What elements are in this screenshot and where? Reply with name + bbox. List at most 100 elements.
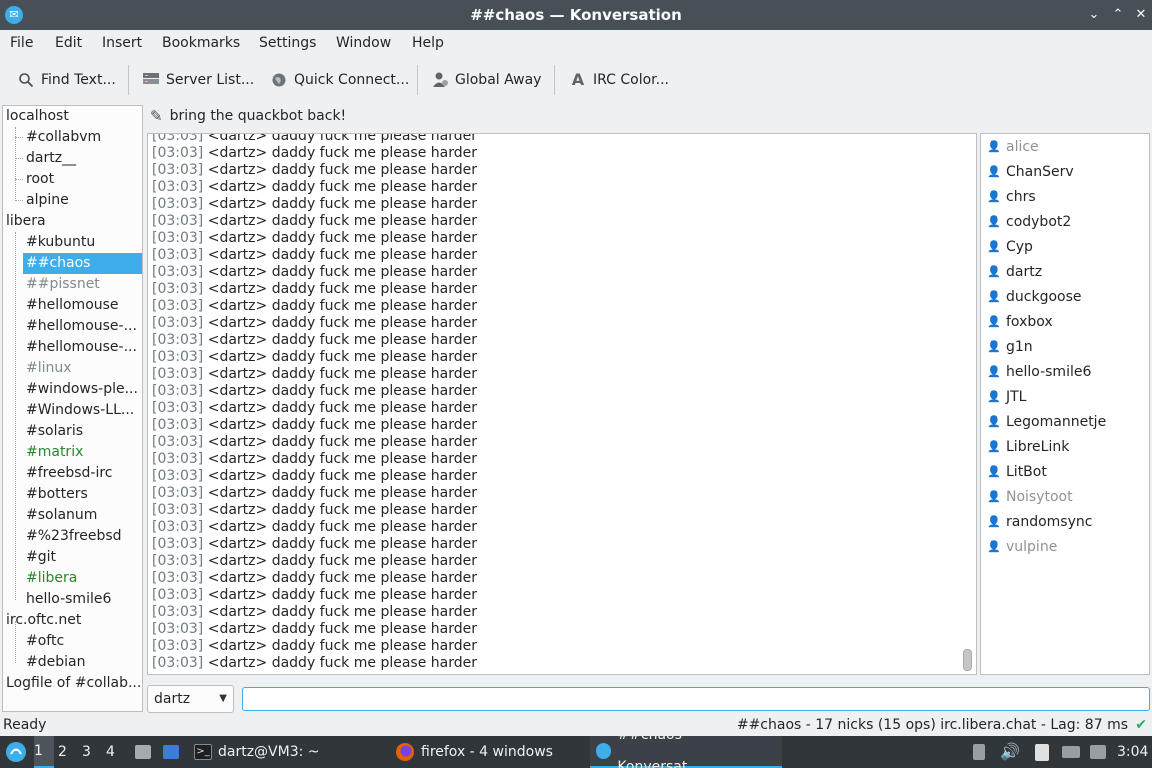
nick-item[interactable]: 👤 duckgoose [987,286,1147,308]
tree-item[interactable]: #linux [23,358,142,379]
tree-item[interactable]: dartz__ [23,148,142,169]
tree-item[interactable]: #Windows-LL... [23,400,142,421]
nick-item[interactable]: 👤 LitBot [987,461,1147,483]
channel-topic[interactable]: ✎ bring the quackbot back! [150,104,980,128]
chat-message: <dartz> daddy fuck me please harder [207,315,477,331]
tree-item[interactable]: #botters [23,484,142,505]
tree-item[interactable]: root [23,169,142,190]
tree-item[interactable]: #hellomouse-... [23,316,142,337]
tree-item[interactable]: ##pissnet [23,274,142,295]
tree-server-libera[interactable]: libera [3,211,142,232]
taskbar-firefox[interactable]: firefox - 4 windows [395,736,553,768]
nick-item[interactable]: 👤 Legomannetje [987,411,1147,433]
server-list-button[interactable]: Server List... [142,60,254,100]
chat-line: [03:03] <dartz> daddy fuck me please har… [152,536,477,553]
tree-item[interactable]: #hellomouse [23,295,142,316]
tree-item[interactable]: #freebsd-irc [23,463,142,484]
tree-item-selected[interactable]: ##chaos [23,253,142,274]
nick-item[interactable]: 👤 JTL [987,386,1147,408]
tree-server-oftc[interactable]: irc.oftc.net [3,610,142,631]
chat-timestamp: [03:03] [152,162,204,178]
taskbar-konversation-label: ##chaos — Konversat... [617,727,701,768]
show-desktop-icon[interactable] [163,736,179,768]
file-manager-icon[interactable] [135,736,151,768]
chat-scrollbar-handle[interactable] [963,649,972,671]
menu-file[interactable]: File [10,30,33,56]
tree-item[interactable]: #git [23,547,142,568]
nick-item[interactable]: 👤 vulpine [987,536,1147,558]
nick-item[interactable]: 👤 Noisytoot [987,486,1147,508]
menu-help[interactable]: Help [412,30,444,56]
close-button[interactable]: ✕ [1131,5,1151,25]
chat-line: [03:03] <dartz> daddy fuck me please har… [152,587,477,604]
nick-item[interactable]: 👤 ChanServ [987,161,1147,183]
irc-color-button[interactable]: A IRC Color... [569,60,669,100]
workspace-3[interactable]: 3 [82,736,102,768]
menu-window[interactable]: Window [336,30,391,56]
menu-settings[interactable]: Settings [259,30,316,56]
menu-insert[interactable]: Insert [102,30,142,56]
chat-message: <dartz> daddy fuck me please harder [207,298,477,314]
taskbar-konversation[interactable]: ##chaos — Konversat... [590,727,782,768]
app-launcher-icon[interactable] [5,736,27,768]
tree-guide [15,232,16,600]
nick-item[interactable]: 👤 chrs [987,186,1147,208]
clipboard-icon[interactable] [1035,736,1049,768]
tree-item[interactable]: #oftc [23,631,142,652]
maximize-button[interactable]: ⌃ [1108,5,1128,25]
nick-item[interactable]: 👤 hello-smile6 [987,361,1147,383]
chat-message: <dartz> daddy fuck me please harder [207,519,477,535]
chat-view[interactable]: [03:03] <dartz> daddy fuck me please har… [147,133,977,675]
find-text-button[interactable]: Find Text... [17,60,116,100]
notifications-icon[interactable] [1090,736,1106,768]
tree-item[interactable]: hello-smile6 [23,589,142,610]
global-away-button[interactable]: Global Away [431,60,541,100]
workspace-2[interactable]: 2 [58,736,78,768]
nick-item[interactable]: 👤 dartz [987,261,1147,283]
tree-item[interactable]: alpine [23,190,142,211]
tree-item[interactable]: #%23freebsd [23,526,142,547]
nick-name: LitBot [1006,464,1047,480]
tree-item[interactable]: #collabvm [23,127,142,148]
nick-name: duckgoose [1006,289,1082,305]
nick-item[interactable]: 👤 codybot2 [987,211,1147,233]
clock[interactable]: 3:04 [1117,736,1148,768]
tree-item[interactable]: #debian [23,652,142,673]
chat-timestamp: [03:03] [152,519,204,535]
chat-timestamp: [03:03] [152,604,204,620]
tree-server-localhost[interactable]: localhost [3,106,142,127]
nick-item[interactable]: 👤 Cyp [987,236,1147,258]
chat-message: <dartz> daddy fuck me please harder [207,264,477,280]
tree-item-logfile[interactable]: Logfile of #collab... [3,673,142,694]
workspace-1[interactable]: 1 [34,736,54,768]
tree-item[interactable]: #hellomouse-... [23,337,142,358]
network-icon[interactable] [1062,736,1080,768]
menu-edit[interactable]: Edit [55,30,82,56]
chat-message: <dartz> daddy fuck me please harder [207,485,477,501]
nick-name: dartz [1006,264,1043,280]
tree-item[interactable]: #libera [23,568,142,589]
nickname-selector[interactable]: dartz ▼ [147,685,234,713]
updates-icon[interactable] [973,736,985,768]
tree-item[interactable]: #kubuntu [23,232,142,253]
taskbar-terminal[interactable]: >_ dartz@VM3: ~ [194,736,320,768]
toolbar-separator [417,65,418,95]
nick-item[interactable]: 👤 LibreLink [987,436,1147,458]
menu-bookmarks[interactable]: Bookmarks [162,30,240,56]
message-input[interactable] [242,687,1150,711]
nick-item[interactable]: 👤 alice [987,136,1147,158]
tree-item[interactable]: #matrix [23,442,142,463]
nick-item[interactable]: 👤 randomsync [987,511,1147,533]
nick-item[interactable]: 👤 foxbox [987,311,1147,333]
chat-message: <dartz> daddy fuck me please harder [207,162,477,178]
chat-line: [03:03] <dartz> daddy fuck me please har… [152,451,477,468]
quick-connect-button[interactable]: Quick Connect... [270,60,409,100]
chat-message: <dartz> daddy fuck me please harder [207,655,477,671]
volume-icon[interactable]: 🔊 [1000,736,1020,768]
minimize-button[interactable]: ⌄ [1084,5,1104,25]
tree-item[interactable]: #solaris [23,421,142,442]
nick-item[interactable]: 👤 g1n [987,336,1147,358]
tree-item[interactable]: #windows-ple... [23,379,142,400]
workspace-4[interactable]: 4 [106,736,126,768]
tree-item[interactable]: #solanum [23,505,142,526]
